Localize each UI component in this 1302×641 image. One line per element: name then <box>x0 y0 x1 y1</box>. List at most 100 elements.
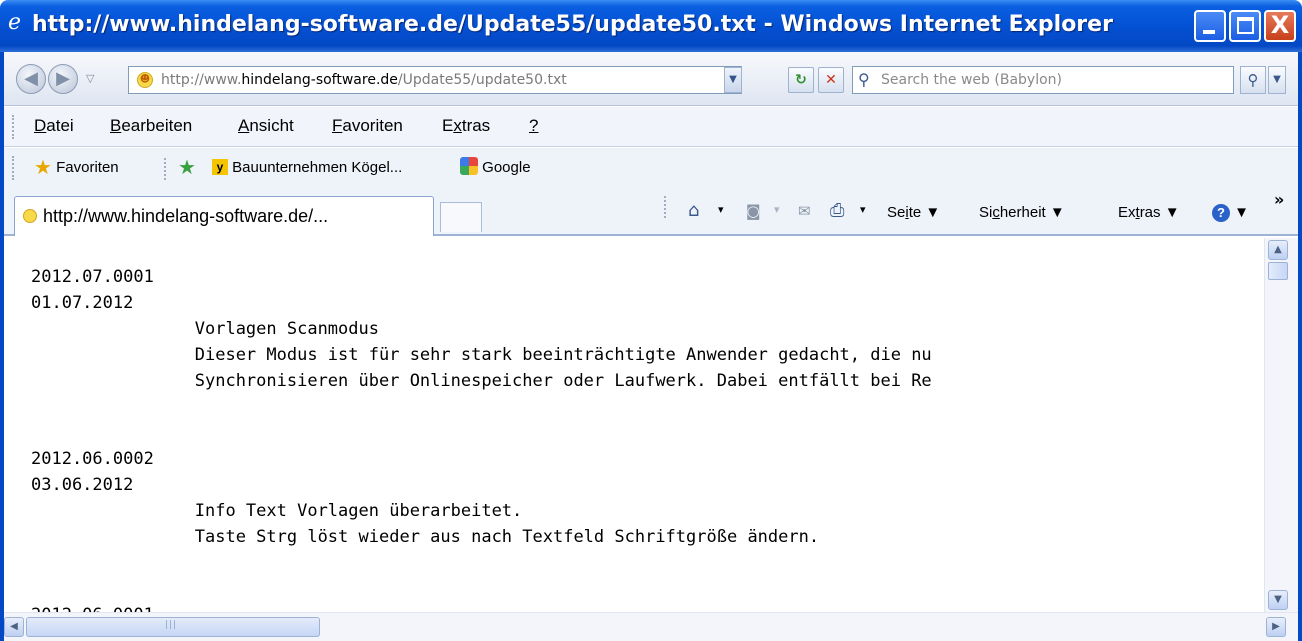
scroll-down-button[interactable]: ▼ <box>1268 590 1288 610</box>
cmd-label: te <box>908 204 922 221</box>
chevron-down-icon: ▼ <box>925 204 941 221</box>
recent-pages-dropdown-icon[interactable]: ▽ <box>86 72 94 85</box>
forward-button[interactable]: ▶ <box>48 64 78 94</box>
back-button[interactable]: ◀ <box>16 64 46 94</box>
ie-logo-icon: e <box>8 10 22 35</box>
yahoo-icon: y <box>212 159 228 175</box>
chevron-down-icon: ▼ <box>1234 204 1250 221</box>
chevron-down-icon: ▼ <box>1273 74 1281 85</box>
menu-datei[interactable]: Datei <box>34 116 74 136</box>
toolbar-grip[interactable] <box>12 115 14 139</box>
menu-favoriten[interactable]: Favoriten <box>332 116 403 136</box>
search-options-button[interactable]: ▼ <box>1268 66 1286 94</box>
window-frame-right <box>1298 52 1302 641</box>
menu-label: avoriten <box>342 116 403 135</box>
vertical-scrollbar[interactable]: ▲ ▼ <box>1264 238 1298 612</box>
window-title: http://www.hindelang-software.de/Update5… <box>32 12 1113 37</box>
document-text: 2012.07.0001 01.07.2012 Vorlagen Scanmod… <box>31 267 932 612</box>
favorites-bar: ★ Favoriten ★ y Bauunternehmen Kögel... … <box>4 148 1298 188</box>
stop-button[interactable]: ✕ <box>818 67 844 93</box>
cmd-label-pre: Ex <box>1118 204 1136 221</box>
refresh-icon: ↻ <box>795 72 807 88</box>
toolbar-grip[interactable] <box>12 156 14 180</box>
extras-menu[interactable]: Extras ▼ <box>1118 202 1180 224</box>
print-icon[interactable]: ⎙ <box>830 200 844 221</box>
search-button[interactable]: ⚲ <box>1240 66 1266 94</box>
search-icon: ⚲ <box>858 70 870 89</box>
chevron-down-icon: ▼ <box>729 74 737 85</box>
new-tab-button[interactable] <box>440 202 482 232</box>
tab-title: http://www.hindelang-software.de/... <box>43 206 329 226</box>
cmd-label: herheit <box>999 204 1046 221</box>
maximize-icon <box>1237 17 1254 34</box>
toolbar-overflow-icon[interactable]: » <box>1274 190 1284 209</box>
refresh-button[interactable]: ↻ <box>788 67 814 93</box>
scroll-left-button[interactable]: ◀ <box>4 617 24 637</box>
tab-bar: http://www.hindelang-software.de/... ⌂ ▾… <box>4 188 1298 236</box>
maximize-button[interactable] <box>1229 10 1261 42</box>
address-dropdown-button[interactable]: ▼ <box>724 67 742 93</box>
sicherheit-menu[interactable]: Sicherheit ▼ <box>979 202 1065 224</box>
favorite-link-label: Bauunternehmen Kögel... <box>232 159 403 176</box>
menu-bar: Datei Bearbeiten Ansicht Favoriten Extra… <box>4 107 1298 147</box>
minimize-icon <box>1203 30 1215 34</box>
menu-label: nsicht <box>249 116 294 135</box>
navigation-bar: ◀ ▶ ▽ ☻ http://www.hindelang-software.de… <box>4 52 1298 106</box>
address-url[interactable]: http://www.hindelang-software.de/Update5… <box>161 67 567 93</box>
menu-accel: ? <box>529 116 539 135</box>
help-icon: ? <box>1212 204 1230 222</box>
menu-bearbeiten[interactable]: Bearbeiten <box>110 116 192 136</box>
mail-icon[interactable]: ✉ <box>798 202 811 220</box>
favorites-button[interactable]: ★ Favoriten <box>34 156 119 180</box>
forward-arrow-icon: ▶ <box>56 68 70 89</box>
favorite-link-koegel[interactable]: y Bauunternehmen Kögel... <box>212 156 402 180</box>
seite-menu[interactable]: Seite ▼ <box>887 202 940 224</box>
horizontal-scrollbar[interactable]: ◀ ▶ <box>4 612 1298 641</box>
favorite-link-google[interactable]: Google <box>460 156 531 180</box>
tab-active[interactable]: http://www.hindelang-software.de/... <box>14 196 434 236</box>
vertical-scroll-thumb[interactable] <box>1268 262 1288 280</box>
favorites-label: Favoriten <box>56 159 119 176</box>
google-icon <box>460 157 478 175</box>
feeds-icon[interactable]: ◙ <box>746 202 761 220</box>
close-button[interactable]: X <box>1264 10 1296 42</box>
magnifier-icon: ⚲ <box>1247 71 1259 89</box>
cmd-label-pre: Si <box>979 204 993 221</box>
help-menu[interactable]: ? ▼ <box>1212 202 1249 224</box>
search-placeholder: Search the web (Babylon) <box>881 72 1062 88</box>
title-bar[interactable]: e http://www.hindelang-software.de/Updat… <box>0 0 1302 52</box>
print-dropdown-icon[interactable]: ▾ <box>860 203 866 216</box>
home-dropdown-icon[interactable]: ▾ <box>718 203 724 216</box>
home-icon[interactable]: ⌂ <box>688 200 699 221</box>
chevron-down-icon: ▼ <box>1274 594 1282 605</box>
minimize-button[interactable] <box>1194 10 1226 42</box>
document-content[interactable]: 2012.07.0001 01.07.2012 Vorlagen Scanmod… <box>4 238 1264 612</box>
page-favicon-icon <box>23 209 37 223</box>
add-to-favorites-bar-button[interactable]: ★ <box>178 156 196 180</box>
stop-icon: ✕ <box>825 72 837 88</box>
menu-label: earbeiten <box>121 116 193 135</box>
chevron-left-icon: ◀ <box>10 621 18 632</box>
chevron-down-icon: ▼ <box>1164 204 1180 221</box>
address-bar[interactable]: ☻ http://www.hindelang-software.de/Updat… <box>128 66 742 94</box>
search-input[interactable]: ⚲ Search the web (Babylon) <box>852 66 1234 94</box>
chevron-down-icon: ▼ <box>1049 204 1065 221</box>
close-icon: X <box>1270 11 1290 39</box>
scroll-up-button[interactable]: ▲ <box>1268 240 1288 260</box>
menu-accel: B <box>110 116 122 135</box>
menu-extras[interactable]: Extras <box>442 116 490 136</box>
menu-accel: x <box>453 116 462 135</box>
cmd-label: ras <box>1139 204 1161 221</box>
page-favicon-icon: ☻ <box>137 72 153 88</box>
chevron-right-icon: ▶ <box>1272 621 1280 632</box>
scroll-right-button[interactable]: ▶ <box>1266 617 1286 637</box>
horizontal-scroll-thumb[interactable] <box>26 617 320 637</box>
back-arrow-icon: ◀ <box>24 68 38 89</box>
menu-label: tras <box>461 116 491 135</box>
menu-ansicht[interactable]: Ansicht <box>238 116 294 136</box>
url-path: /Update55/update50.txt <box>397 72 567 88</box>
menu-help[interactable]: ? <box>529 116 538 136</box>
cmd-label-pre: Se <box>887 204 906 221</box>
menu-accel: A <box>238 116 250 135</box>
feeds-dropdown-icon[interactable]: ▾ <box>774 203 780 216</box>
